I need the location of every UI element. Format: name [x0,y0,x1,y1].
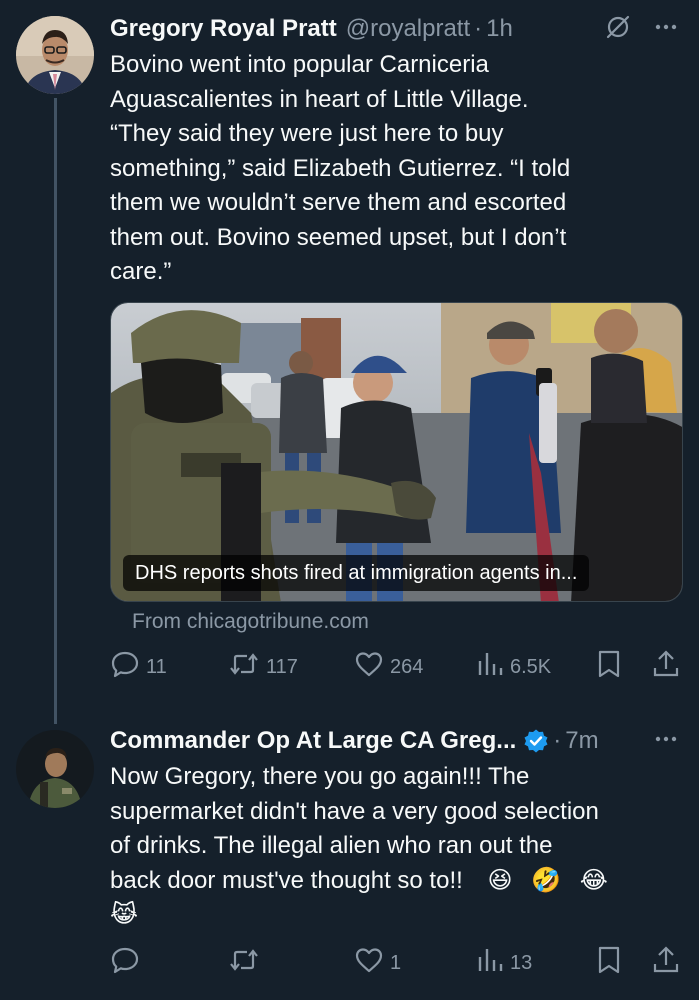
bookmark-icon [596,649,622,685]
verified-icon [523,728,549,754]
views-icon [476,945,504,981]
text-line: back door must've thought so to!! 😆 🤣 😂 [110,864,670,899]
repost-button[interactable]: 117 [228,650,298,684]
tweet-header: Gregory Royal Pratt @royalpratt · 1h [110,12,513,46]
link-card-image[interactable]: DHS reports shots fired at immigration a… [110,302,683,602]
share-icon [652,945,680,981]
repost-icon [228,649,260,685]
text-segment: back door must've thought so to!! [110,866,463,894]
text-line: them we wouldn’t serve them and escorted [110,189,567,216]
avatar[interactable] [16,16,94,94]
separator-dot: · [553,727,562,754]
emoji: 😂 [579,866,608,894]
bookmark-button[interactable] [596,946,622,980]
emoji: 🤣 [531,866,562,894]
like-icon [354,649,384,685]
share-icon [652,649,680,685]
text-line: Now Gregory, there you go again!!! The [110,763,530,790]
timestamp[interactable]: 1h [486,15,513,43]
separator-dot: · [474,15,483,42]
emoji: 😆 [487,866,513,894]
grok-icon[interactable] [605,14,631,45]
text-line: Aguascalientes in heart of Little Villag… [110,85,529,113]
views-count: 13 [510,951,533,974]
more-icon[interactable] [653,14,679,45]
tweet-actions: 1 13 [110,946,682,980]
avatar[interactable] [16,730,94,808]
text-line: care.” [110,258,172,285]
tweet-header-actions [605,12,679,46]
reply-icon [110,649,140,685]
text-line: supermarket didn't have a very good sele… [110,797,599,825]
bookmark-button[interactable] [596,650,622,684]
repost-count: 117 [266,655,298,678]
like-count: 264 [390,655,424,678]
author-name[interactable]: Gregory Royal Pratt [110,15,337,43]
tweet-header: Commander Op At Large CA Greg... · 7m [110,724,599,758]
reply-button[interactable]: 11 [110,650,167,684]
bookmark-icon [596,945,622,981]
tweet-text: Now Gregory, there you go again!!! The s… [110,760,670,933]
views-button[interactable]: 6.5K [476,650,551,684]
views-icon [476,649,504,685]
text-line: them out. Bovino seemed upset, but I don… [110,223,567,251]
reply-count: 11 [146,655,167,678]
more-icon[interactable] [653,726,679,757]
like-count: 1 [390,951,402,974]
text-line: “They said they were just here to buy [110,120,504,147]
like-button[interactable]: 264 [354,650,423,684]
like-button[interactable]: 1 [354,946,401,980]
reply-button[interactable] [110,946,146,980]
text-line: of drinks. The illegal alien who ran out… [110,832,553,859]
link-card-source[interactable]: From chicagotribune.com [132,610,369,634]
tweet-header-actions [653,724,679,758]
share-button[interactable] [652,946,680,980]
share-button[interactable] [652,650,680,684]
views-count: 6.5K [510,655,552,678]
text-line: something,” said Elizabeth Gutierrez. “I… [110,154,571,182]
link-card-caption: DHS reports shots fired at immigration a… [123,555,590,591]
tweet-text: Bovino went into popular Carniceria Agua… [110,48,670,290]
emoji: 😹 [110,901,139,928]
timestamp[interactable]: 7m [565,727,598,755]
text-line: 😹 [110,898,670,933]
text-line: Bovino went into popular Carniceria [110,51,489,78]
thread-line [54,98,57,724]
tweet-actions: 11 117 264 6.5K [110,650,682,684]
reply-icon [110,945,140,981]
author-name[interactable]: Commander Op At Large CA Greg... [110,727,516,755]
repost-icon [228,945,260,981]
views-button[interactable]: 13 [476,946,532,980]
repost-button[interactable] [228,946,266,980]
author-handle[interactable]: @royalpratt [346,15,470,43]
like-icon [354,945,384,981]
